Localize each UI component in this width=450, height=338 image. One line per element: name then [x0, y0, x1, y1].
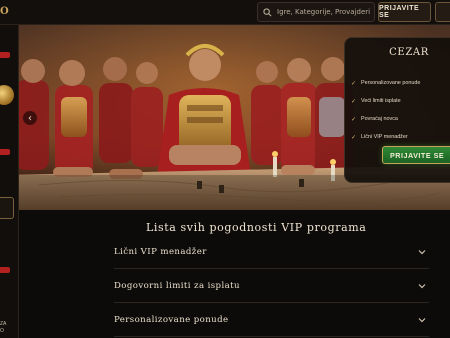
accordion-item[interactable]: Lični VIP menadžer — [114, 235, 429, 269]
sidebar-footer-text: ZA O — [0, 321, 7, 334]
chevron-down-icon — [418, 283, 426, 288]
accordion-label: Dogovorni limiti za isplatu — [114, 280, 240, 291]
chevron-down-icon — [418, 317, 426, 322]
carousel-prev-button[interactable]: ‹ — [23, 111, 37, 125]
check-icon: ✓ — [351, 134, 357, 141]
vip-coin-icon[interactable] — [0, 85, 14, 105]
check-icon: ✓ — [351, 80, 357, 87]
chevron-down-icon — [418, 249, 426, 254]
list-item: ✓ Veći limiti isplate — [351, 98, 401, 105]
search-icon — [263, 7, 272, 16]
vip-benefits-list: ✓ Personalizovane ponude ✓ Veći limiti isp… — [351, 74, 420, 146]
top-bar: O PRIJAVITE SE — [0, 0, 450, 25]
register-button[interactable] — [435, 2, 450, 22]
check-icon: ✓ — [351, 98, 357, 105]
accordion-item[interactable]: Personalizovane ponude — [114, 303, 429, 337]
list-item: ✓ Personalizovane ponude — [351, 80, 421, 87]
login-button[interactable]: PRIJAVITE SE — [378, 2, 431, 22]
left-sidebar: ZA O — [0, 25, 19, 338]
check-icon: ✓ — [351, 116, 357, 123]
list-item: ✓ Lični VIP menadžer — [351, 134, 408, 141]
chevron-left-icon: ‹ — [28, 112, 32, 124]
accordion-label: Lični VIP menadžer — [114, 246, 207, 257]
site-logo[interactable]: O — [0, 6, 10, 17]
sidebar-promo-tile[interactable] — [0, 197, 14, 219]
page-title: Lista svih pogodnosti VIP programa — [146, 221, 367, 234]
sidebar-badge — [0, 149, 10, 155]
sidebar-badge — [0, 52, 10, 58]
accordion-item[interactable]: Dogovorni limiti za isplatu — [114, 269, 429, 303]
vip-level-card: CEZAR ✓ Personalizovane ponude ✓ Veći limi… — [344, 37, 450, 183]
sidebar-badge — [0, 267, 10, 273]
accordion-label: Personalizovane ponude — [114, 314, 229, 325]
search-input[interactable] — [277, 8, 373, 16]
vip-login-button[interactable]: PRIJAVITE SE — [382, 146, 450, 164]
search-box[interactable] — [257, 2, 375, 22]
vip-level-title: CEZAR — [389, 47, 429, 58]
list-item: ✓ Povraćaj novca — [351, 116, 398, 123]
benefits-accordion: Lični VIP menadžer Dogovorni limiti za i… — [114, 235, 429, 337]
